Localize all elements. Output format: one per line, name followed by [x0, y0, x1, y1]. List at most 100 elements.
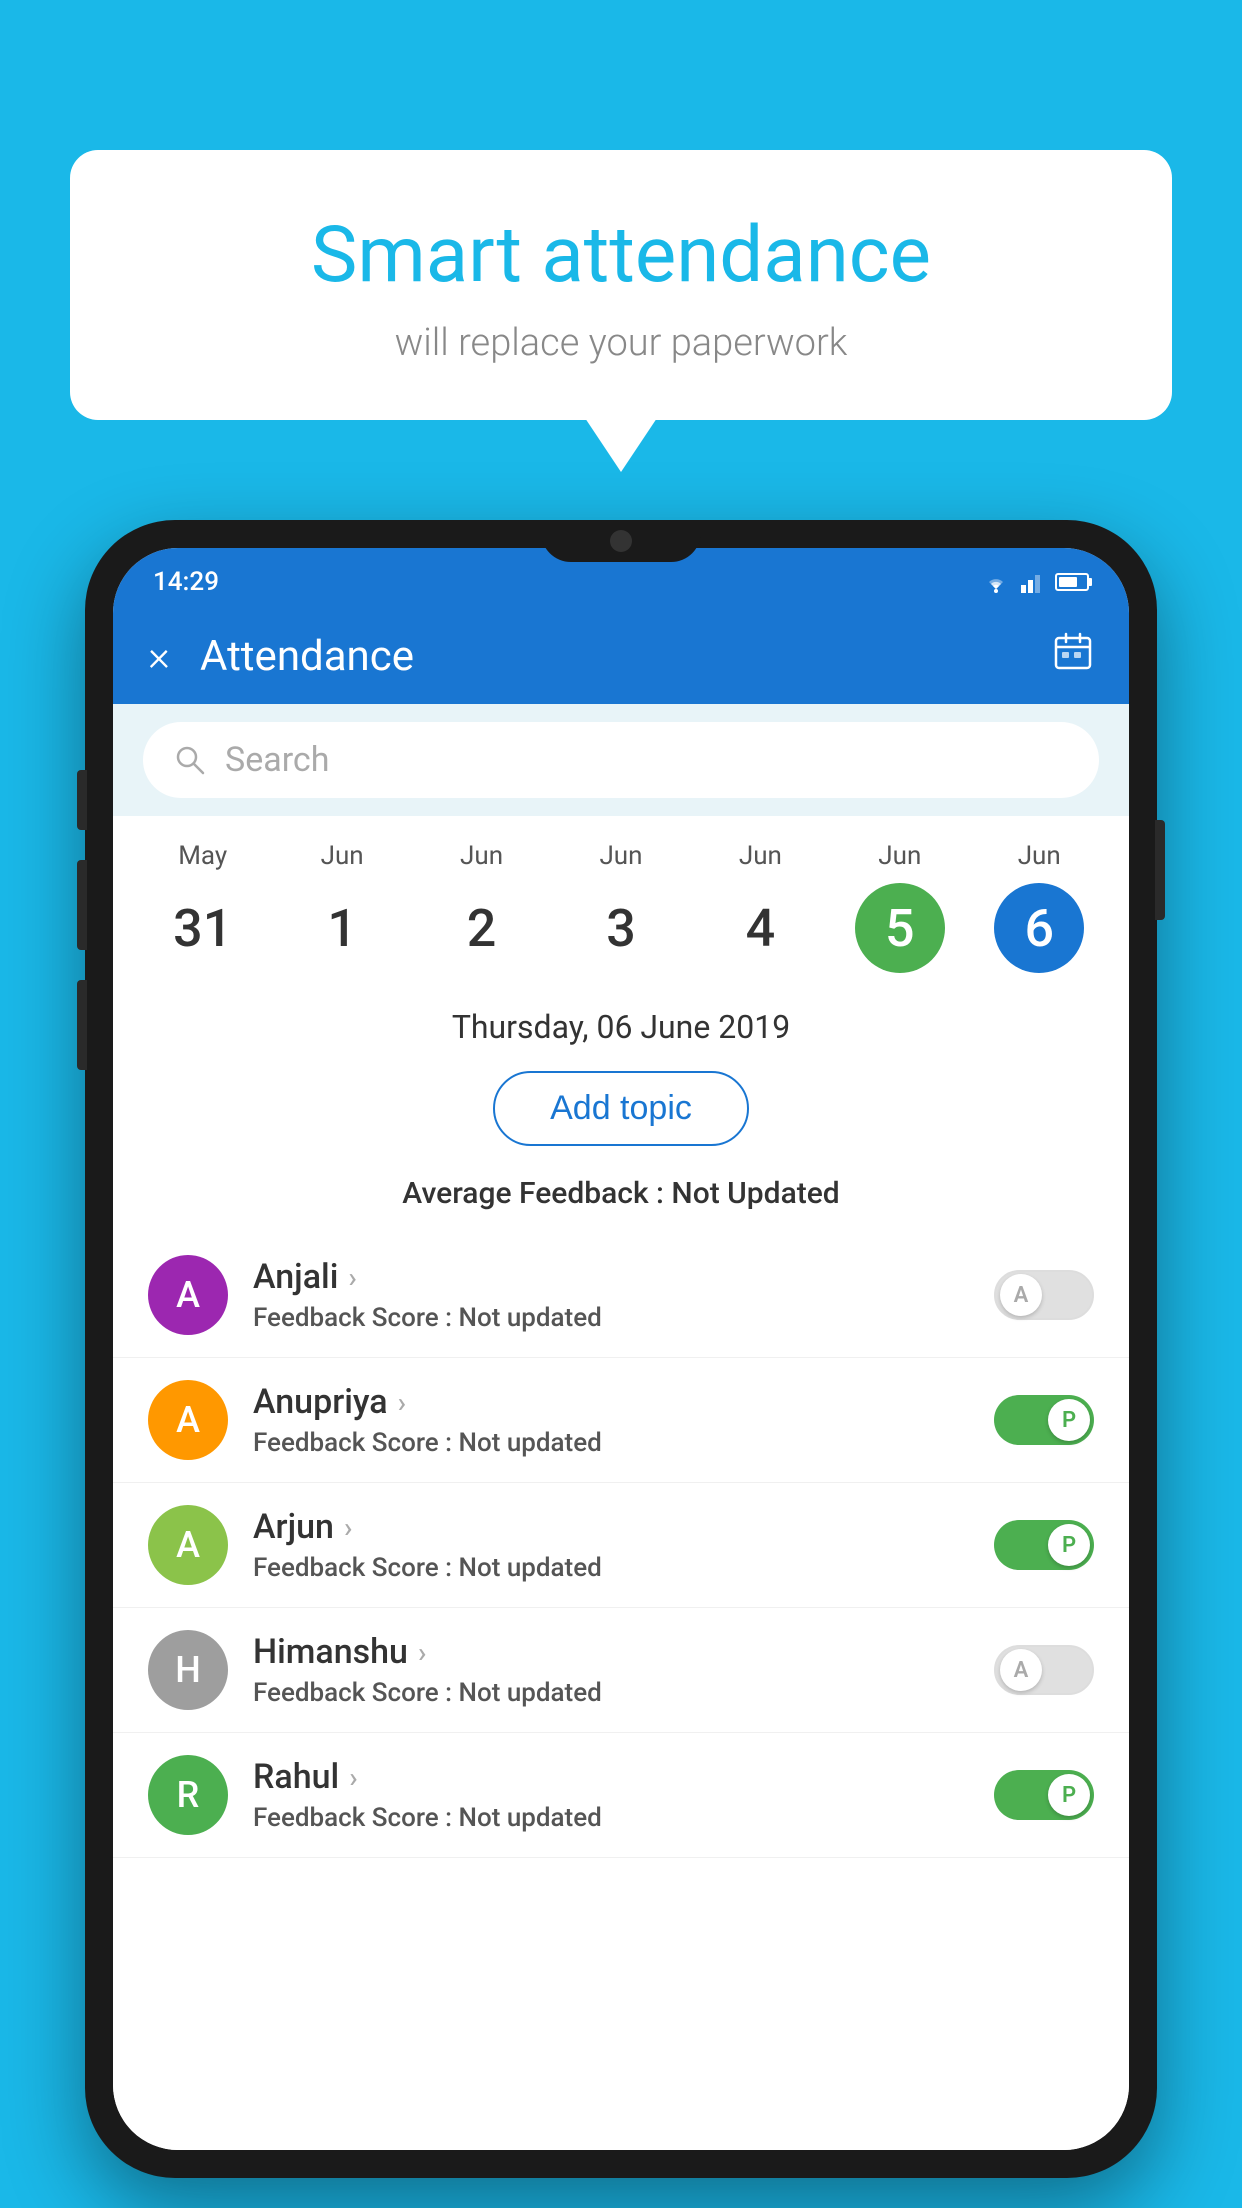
close-button[interactable]: ×	[148, 632, 170, 681]
toggle-container-4: P	[994, 1770, 1094, 1820]
toggle-thumb-3: A	[1000, 1649, 1042, 1691]
search-container: Search	[113, 704, 1129, 816]
bubble-title: Smart attendance	[120, 210, 1122, 301]
feedback-label-2: Feedback Score :	[253, 1553, 459, 1583]
student-item-1[interactable]: A Anupriya › Feedback Score : Not updated P	[113, 1358, 1129, 1483]
cal-date-3: 3	[576, 883, 666, 973]
feedback-score-3: Feedback Score : Not updated	[253, 1678, 969, 1708]
feedback-score-0: Feedback Score : Not updated	[253, 1303, 969, 1333]
student-item-2[interactable]: A Arjun› Feedback Score : Not updated P	[113, 1483, 1129, 1608]
student-item-0[interactable]: AAnjali›Feedback Score : Not updatedA	[113, 1233, 1129, 1358]
student-name-text-0: Anjali	[253, 1257, 338, 1297]
search-icon	[173, 743, 207, 777]
student-avatar-4: R	[148, 1755, 228, 1835]
calendar-day-2[interactable]: Jun 2	[432, 841, 532, 973]
status-time: 14:29	[153, 567, 219, 597]
chevron-icon-3: ›	[418, 1636, 426, 1669]
cal-date-5: 5	[855, 883, 945, 973]
student-name-3: Himanshu ›	[253, 1632, 969, 1672]
volume-down-button	[77, 860, 87, 950]
student-avatar-2: A	[148, 1505, 228, 1585]
cal-date-0: 31	[158, 883, 248, 973]
feedback-value-3: Not updated	[459, 1678, 602, 1708]
search-input[interactable]: Search	[225, 740, 329, 780]
cal-month-4: Jun	[739, 841, 782, 871]
feedback-score-2: Feedback Score : Not updated	[253, 1553, 969, 1583]
feedback-value-2: Not updated	[459, 1553, 602, 1583]
attendance-toggle-4[interactable]: P	[994, 1770, 1094, 1820]
cal-date-2: 2	[437, 883, 527, 973]
student-item-4[interactable]: RRahul›Feedback Score : Not updatedP	[113, 1733, 1129, 1858]
attendance-toggle-0[interactable]: A	[994, 1270, 1094, 1320]
cal-date-1: 1	[297, 883, 387, 973]
toggle-container-1: P	[994, 1395, 1094, 1445]
calendar-day-3[interactable]: Jun 3	[571, 841, 671, 973]
calendar-icon[interactable]	[1052, 630, 1094, 682]
toggle-container-3: A	[994, 1645, 1094, 1695]
battery-icon	[1055, 573, 1089, 591]
student-item-3[interactable]: HHimanshu›Feedback Score : Not updatedA	[113, 1608, 1129, 1733]
toggle-thumb-2: P	[1048, 1524, 1090, 1566]
student-info-1: Anupriya › Feedback Score : Not updated	[253, 1382, 969, 1458]
toggle-thumb-4: P	[1048, 1774, 1090, 1816]
search-bar[interactable]: Search	[143, 722, 1099, 798]
attendance-toggle-2[interactable]: P	[994, 1520, 1094, 1570]
toggle-container-0: A	[994, 1270, 1094, 1320]
student-info-4: Rahul›Feedback Score : Not updated	[253, 1757, 969, 1833]
student-info-3: Himanshu › Feedback Score : Not updated	[253, 1632, 969, 1708]
student-name-text-1: Anupriya	[253, 1382, 388, 1422]
toggle-thumb-0: A	[1000, 1274, 1042, 1316]
add-topic-button[interactable]: Add topic	[493, 1071, 749, 1146]
cal-month-5: Jun	[878, 841, 921, 871]
camera-dot	[610, 530, 632, 552]
feedback-label-0: Feedback Score :	[253, 1303, 459, 1333]
student-name-text-2: Arjun	[253, 1507, 334, 1547]
cal-month-3: Jun	[599, 841, 642, 871]
student-name-2: Arjun›	[253, 1507, 969, 1547]
toggle-thumb-1: P	[1048, 1399, 1090, 1441]
cal-month-0: May	[178, 841, 227, 871]
calendar-day-31[interactable]: May 31	[153, 841, 253, 973]
student-name-text-3: Himanshu	[253, 1632, 408, 1672]
student-avatar-1: A	[148, 1380, 228, 1460]
feedback-score-1: Feedback Score : Not updated	[253, 1428, 969, 1458]
phone-notch	[541, 520, 701, 562]
calendar-day-6[interactable]: Jun 6	[989, 841, 1089, 973]
status-icons	[981, 571, 1089, 593]
calendar-strip: May 31 Jun 1 Jun 2 Jun 3 Jun 4 Jun 5 Jun 6	[113, 816, 1129, 988]
student-info-2: Arjun› Feedback Score : Not updated	[253, 1507, 969, 1583]
feedback-value-0: Not updated	[459, 1303, 602, 1333]
speech-bubble: Smart attendance will replace your paper…	[70, 150, 1172, 420]
feedback-label-4: Feedback Score :	[253, 1803, 459, 1833]
feedback-label-3: Feedback Score :	[253, 1678, 459, 1708]
feedback-label-1: Feedback Score :	[253, 1428, 459, 1458]
cal-month-2: Jun	[460, 841, 503, 871]
phone-screen: 14:29	[113, 548, 1129, 2150]
calendar-day-4[interactable]: Jun 4	[710, 841, 810, 973]
avg-feedback-value: Not Updated	[671, 1176, 839, 1211]
cal-month-1: Jun	[321, 841, 364, 871]
chevron-icon-0: ›	[348, 1261, 356, 1294]
avg-feedback: Average Feedback : Not Updated	[113, 1166, 1129, 1233]
silent-button	[77, 980, 87, 1070]
attendance-toggle-1[interactable]: P	[994, 1395, 1094, 1445]
student-info-0: Anjali › Feedback Score : Not updated	[253, 1257, 969, 1333]
add-topic-container: Add topic	[113, 1061, 1129, 1166]
student-name-4: Rahul›	[253, 1757, 969, 1797]
app-bar: × Attendance	[113, 608, 1129, 704]
calendar-day-5[interactable]: Jun 5	[850, 841, 950, 973]
student-name-0: Anjali ›	[253, 1257, 969, 1297]
wifi-icon	[981, 571, 1011, 593]
calendar-day-1[interactable]: Jun 1	[292, 841, 392, 973]
signal-icon	[1021, 571, 1045, 593]
cal-month-6: Jun	[1018, 841, 1061, 871]
cal-date-6: 6	[994, 883, 1084, 973]
volume-up-button	[77, 770, 87, 830]
phone-container: 14:29	[85, 520, 1157, 2178]
power-button	[1155, 820, 1165, 920]
student-list: AAnjali›Feedback Score : Not updatedAAAn…	[113, 1233, 1129, 2150]
cal-date-4: 4	[715, 883, 805, 973]
student-name-1: Anupriya ›	[253, 1382, 969, 1422]
attendance-toggle-3[interactable]: A	[994, 1645, 1094, 1695]
chevron-icon-1: ›	[398, 1386, 406, 1419]
